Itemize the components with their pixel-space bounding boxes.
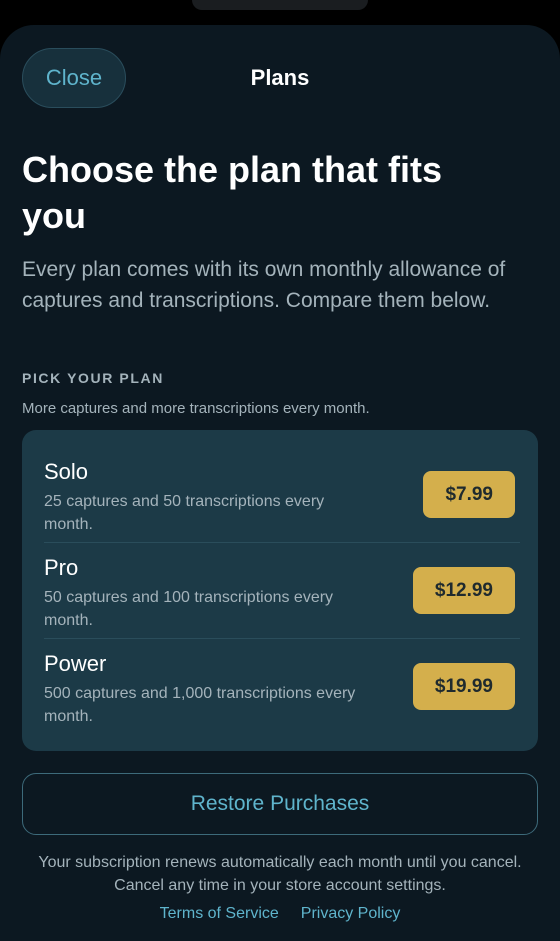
privacy-policy-link[interactable]: Privacy Policy	[301, 905, 401, 923]
restore-purchases-button[interactable]: Restore Purchases	[22, 773, 538, 835]
plan-row-solo[interactable]: Solo 25 captures and 50 transcriptions e…	[22, 444, 538, 540]
device-notch	[192, 0, 368, 10]
price-button-pro[interactable]: $12.99	[412, 567, 515, 614]
plans-sheet: Close Plans Choose the plan that fits yo…	[0, 25, 560, 941]
intro-text: Every plan comes with its own monthly al…	[22, 258, 506, 312]
legal-links: Terms of Service Privacy Policy	[0, 905, 560, 923]
plans-card: Solo 25 captures and 50 transcriptions e…	[22, 430, 538, 751]
plan-name: Power	[44, 651, 107, 676]
section-subtitle: More captures and more transcriptions ev…	[22, 400, 370, 417]
plan-row-power[interactable]: Power 500 captures and 1,000 transcripti…	[22, 636, 538, 732]
plan-description: 25 captures and 50 transcriptions every …	[44, 493, 325, 533]
plan-row-pro[interactable]: Pro 50 captures and 100 transcriptions e…	[22, 540, 538, 636]
terms-of-service-link[interactable]: Terms of Service	[160, 905, 279, 923]
subscription-footnote: Your subscription renews automatically e…	[38, 854, 522, 894]
plan-name: Pro	[44, 555, 79, 580]
plan-description: 500 captures and 1,000 transcriptions ev…	[44, 685, 356, 725]
price-button-solo[interactable]: $7.99	[423, 471, 515, 518]
nav-title: Plans	[250, 65, 310, 90]
price-button-power[interactable]: $19.99	[412, 663, 515, 710]
page-headline: Choose the plan that fits you	[22, 149, 443, 236]
plan-description: 50 captures and 100 transcriptions every…	[44, 589, 334, 629]
plan-name: Solo	[44, 459, 89, 484]
section-label: PICK YOUR PLAN	[22, 370, 164, 386]
